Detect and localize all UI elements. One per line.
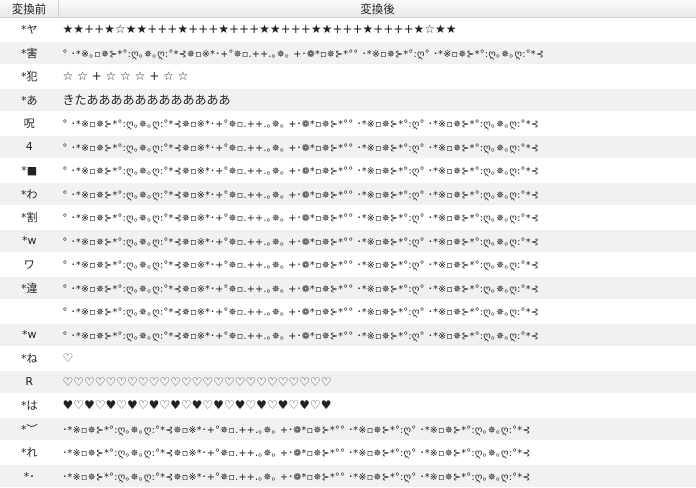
table-row[interactable]: *あきたああああああああああああ — [0, 88, 696, 112]
cell-after: ° ･*※▫✵⊱*°:ღ｡✵｡ღ:°*⊰✵▫※*･+°✵▫.++.｡✵｡ +･❁… — [59, 135, 696, 159]
cell-before: *わ — [0, 182, 59, 206]
cell-before: *ヤ — [0, 18, 59, 42]
cell-before: *w — [0, 229, 59, 253]
table-row[interactable]: *ね♡ — [0, 347, 696, 371]
cell-after: ° ･*※▫✵⊱*°:ღ｡✵｡ღ:°*⊰✵▫※*･+°✵▫.++.｡✵｡ +･❁… — [59, 112, 696, 136]
header-row: 変換前 変換後 — [0, 0, 696, 18]
cell-before: *･ — [0, 464, 59, 488]
cell-before: *害 — [0, 41, 59, 65]
cell-before: *w — [0, 323, 59, 347]
cell-before: *ね — [0, 347, 59, 371]
table-row[interactable]: *︶･*※▫✵⊱*°:ღ｡✵｡ღ:°*⊰✵▫※*･+°✵▫.++.｡✵｡ +･❁… — [0, 417, 696, 441]
cell-after: ☆ ☆ + ☆ ☆ ☆ + ☆ ☆ — [59, 65, 696, 89]
cell-before: *︶ — [0, 417, 59, 441]
table-row[interactable]: *w° ･*※▫✵⊱*°:ღ｡✵｡ღ:°*⊰✵▫※*･+°✵▫.++.｡✵｡ +… — [0, 229, 696, 253]
cell-after: ° ･*※▫✵⊱*°:ღ｡✵｡ღ:°*⊰✵▫※*･+°✵▫.++.｡✵｡ +･❁… — [59, 229, 696, 253]
table-row[interactable]: ° ･*※▫✵⊱*°:ღ｡✵｡ღ:°*⊰✵▫※*･+°✵▫.++.｡✵｡ +･❁… — [0, 300, 696, 324]
cell-after: きたああああああああああああ — [59, 88, 696, 112]
table-row[interactable]: ワ° ･*※▫✵⊱*°:ღ｡✵｡ღ:°*⊰✵▫※*･+°✵▫.++.｡✵｡ +･… — [0, 253, 696, 277]
table-row[interactable]: *ヤ★★++★☆★★+++★+++★+++★★+++★★+++★++++★☆★★ — [0, 18, 696, 42]
table-row[interactable]: *違° ･*※▫✵⊱*°:ღ｡✵｡ღ:°*⊰✵▫※*･+°✵▫.++.｡✵｡ +… — [0, 276, 696, 300]
cell-after: ･*※▫✵⊱*°:ღ｡✵｡ღ:°*⊰✵▫※*･+°✵▫.++.｡✵｡ +･❁*▫… — [59, 441, 696, 465]
cell-before: 呪 — [0, 112, 59, 136]
cell-after: ♥♡♥♡♥♡♥♡♥♡♥♡♥♡♥♡♥♡♥♡♥♡♥♡♥ — [59, 394, 696, 418]
cell-after: ° ･*※▫✵⊱*°:ღ｡✵｡ღ:°*⊰✵▫※*･+°✵▫.++.｡✵｡ +･❁… — [59, 300, 696, 324]
table-row[interactable]: R♡♡♡♡♡♡♡♡♡♡♡♡♡♡♡♡♡♡♡♡♡♡♡♡♡ — [0, 370, 696, 394]
cell-before: *割 — [0, 206, 59, 230]
cell-after: ･*※▫✵⊱*°:ღ｡✵｡ღ:°*⊰✵▫※*･+°✵▫.++.｡✵｡ +･❁*▫… — [59, 464, 696, 488]
table-row[interactable]: *わ° ･*※▫✵⊱*°:ღ｡✵｡ღ:°*⊰✵▫※*･+°✵▫.++.｡✵｡ +… — [0, 182, 696, 206]
table-row[interactable]: *は♥♡♥♡♥♡♥♡♥♡♥♡♥♡♥♡♥♡♥♡♥♡♥♡♥ — [0, 394, 696, 418]
cell-after: ° ･*※▫✵⊱*°:ღ｡✵｡ღ:°*⊰✵▫※*･+°✵▫.++.｡✵｡ +･❁… — [59, 253, 696, 277]
table-row[interactable]: 4° ･*※▫✵⊱*°:ღ｡✵｡ღ:°*⊰✵▫※*･+°✵▫.++.｡✵｡ +･… — [0, 135, 696, 159]
table-row[interactable]: 呪° ･*※▫✵⊱*°:ღ｡✵｡ღ:°*⊰✵▫※*･+°✵▫.++.｡✵｡ +･… — [0, 112, 696, 136]
column-header-after[interactable]: 変換後 — [59, 0, 696, 18]
cell-before: *れ — [0, 441, 59, 465]
cell-after: ♡♡♡♡♡♡♡♡♡♡♡♡♡♡♡♡♡♡♡♡♡♡♡♡♡ — [59, 370, 696, 394]
table-row[interactable]: *れ･*※▫✵⊱*°:ღ｡✵｡ღ:°*⊰✵▫※*･+°✵▫.++.｡✵｡ +･❁… — [0, 441, 696, 465]
cell-before — [0, 300, 59, 324]
cell-before: *あ — [0, 88, 59, 112]
cell-after: ° ･*※▫✵⊱*°:ღ｡✵｡ღ:°*⊰✵▫※*･+°✵▫.++.｡✵｡ +･❁… — [59, 159, 696, 183]
cell-before: *は — [0, 394, 59, 418]
cell-before: *犯 — [0, 65, 59, 89]
table-row[interactable]: *害° ･*※｡▫✵⊱*°:ღ｡✵｡ღ:°*⊰✵▫※*･+°✵▫.++.｡✵｡ … — [0, 41, 696, 65]
cell-after: ★★++★☆★★+++★+++★+++★★+++★★+++★++++★☆★★ — [59, 18, 696, 42]
cell-after: ･*※▫✵⊱*°:ღ｡✵｡ღ:°*⊰✵▫※*･+°✵▫.++.｡✵｡ +･❁*▫… — [59, 417, 696, 441]
table-row[interactable]: *w° ･*※▫✵⊱*°:ღ｡✵｡ღ:°*⊰✵▫※*･+°✵▫.++.｡✵｡ +… — [0, 323, 696, 347]
cell-after: ° ･*※｡▫✵⊱*°:ღ｡✵｡ღ:°*⊰✵▫※*･+°✵▫.++.｡✵｡ +･… — [59, 41, 696, 65]
cell-after: ♡ — [59, 347, 696, 371]
cell-before: 4 — [0, 135, 59, 159]
table-body: *ヤ★★++★☆★★+++★+++★+++★★+++★★+++★++++★☆★★… — [0, 18, 696, 488]
cell-before: *■ — [0, 159, 59, 183]
table-row[interactable]: *■° ･*※▫✵⊱*°:ღ｡✵｡ღ:°*⊰✵▫※*･+°✵▫.++.｡✵｡ +… — [0, 159, 696, 183]
table-row[interactable]: *･･*※▫✵⊱*°:ღ｡✵｡ღ:°*⊰✵▫※*･+°✵▫.++.｡✵｡ +･❁… — [0, 464, 696, 488]
column-header-before[interactable]: 変換前 — [0, 0, 59, 18]
cell-after: ° ･*※▫✵⊱*°:ღ｡✵｡ღ:°*⊰✵▫※*･+°✵▫.++.｡✵｡ +･❁… — [59, 182, 696, 206]
cell-after: ° ･*※▫✵⊱*°:ღ｡✵｡ღ:°*⊰✵▫※*･+°✵▫.++.｡✵｡ +･❁… — [59, 276, 696, 300]
conversion-table: 変換前 変換後 *ヤ★★++★☆★★+++★+++★+++★★+++★★+++★… — [0, 0, 696, 488]
cell-before: ワ — [0, 253, 59, 277]
table-row[interactable]: *割° ･*※▫✵⊱*°:ღ｡✵｡ღ:°*⊰✵▫※*･+°✵▫.++.｡✵｡ +… — [0, 206, 696, 230]
cell-before: R — [0, 370, 59, 394]
table-row[interactable]: *犯 ☆ ☆ + ☆ ☆ ☆ + ☆ ☆ — [0, 65, 696, 89]
cell-before: *違 — [0, 276, 59, 300]
cell-after: ° ･*※▫✵⊱*°:ღ｡✵｡ღ:°*⊰✵▫※*･+°✵▫.++.｡✵｡ +･❁… — [59, 206, 696, 230]
cell-after: ° ･*※▫✵⊱*°:ღ｡✵｡ღ:°*⊰✵▫※*･+°✵▫.++.｡✵｡ +･❁… — [59, 323, 696, 347]
